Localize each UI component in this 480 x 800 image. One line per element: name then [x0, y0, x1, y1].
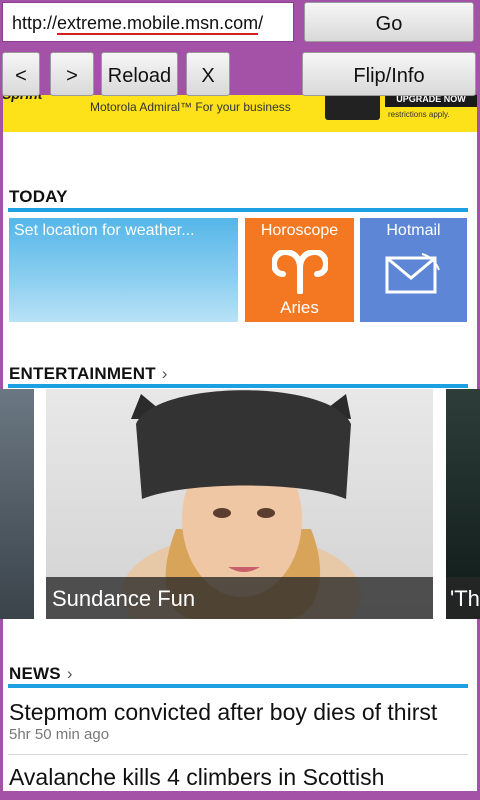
ad-tagline: Motorola Admiral™ For your business [90, 100, 291, 114]
hotmail-label: Hotmail [386, 222, 441, 239]
url-input[interactable]: http://extreme.mobile.msn.com/ [2, 2, 294, 42]
horoscope-label: Horoscope [260, 222, 339, 239]
entertainment-heading-label: ENTERTAINMENT [9, 364, 156, 383]
next-story-photo[interactable]: 'Th [446, 389, 480, 619]
url-suffix: / [258, 13, 264, 33]
news-item-title[interactable]: Stepmom convicted after boy dies of thir… [9, 699, 437, 726]
stop-button[interactable]: X [186, 52, 230, 96]
news-heading-label: NEWS [9, 664, 61, 683]
go-button[interactable]: Go [304, 2, 474, 42]
entertainment-heading[interactable]: ENTERTAINMENT › [9, 364, 168, 384]
next-story-caption: 'Th [446, 577, 480, 619]
news-item-title[interactable]: Avalanche kills 4 climbers in Scottish [9, 764, 384, 791]
entertainment-rule [8, 384, 468, 388]
mail-envelope-icon [385, 253, 440, 294]
weather-label: Set location for weather... [14, 222, 195, 239]
url-domain: extreme.mobile.msn.com [57, 13, 259, 35]
today-rule [8, 208, 468, 212]
weather-tile[interactable]: Set location for weather... [9, 218, 238, 322]
today-heading: TODAY [9, 187, 68, 206]
bottom-frame [0, 791, 480, 800]
horoscope-tile[interactable]: Horoscope Aries [245, 218, 354, 322]
url-prefix: http:// [12, 13, 58, 33]
featured-story-caption: Sundance Fun [46, 577, 433, 619]
ad-terms: restrictions apply. [388, 110, 450, 119]
flip-info-button[interactable]: Flip/Info [302, 52, 476, 96]
news-chevron-icon: › [66, 664, 73, 683]
entertainment-chevron-icon: › [161, 364, 168, 383]
browser-toolbar: http://extreme.mobile.msn.com/ Go < > Re… [0, 0, 480, 96]
prev-story-photo[interactable] [0, 389, 34, 619]
hotmail-tile[interactable]: Hotmail [360, 218, 467, 322]
news-divider [8, 754, 468, 755]
reload-button[interactable]: Reload [101, 52, 178, 96]
news-item-time: 5hr 50 min ago [9, 726, 110, 743]
news-rule [8, 684, 468, 688]
back-button[interactable]: < [2, 52, 40, 96]
news-heading[interactable]: NEWS › [9, 664, 73, 684]
aries-icon [272, 250, 328, 294]
featured-story-photo[interactable]: Sundance Fun [46, 389, 433, 619]
horoscope-sign: Aries [280, 298, 319, 317]
forward-button[interactable]: > [50, 52, 94, 96]
